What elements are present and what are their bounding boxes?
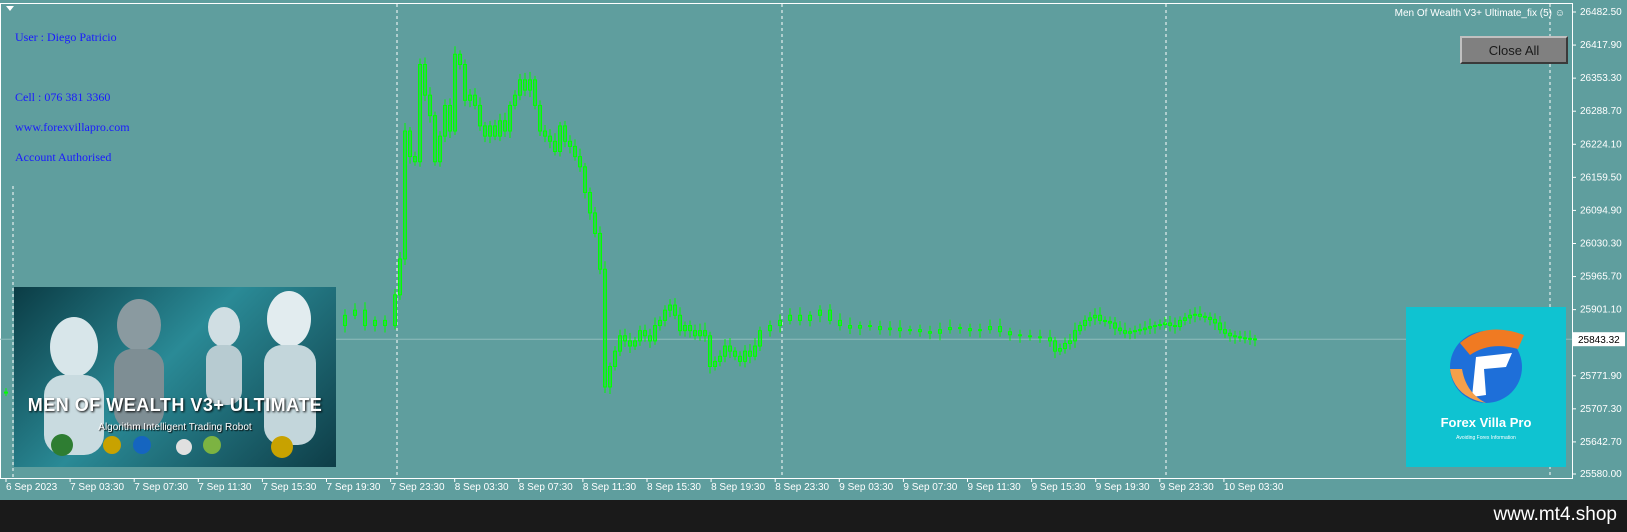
user-info: User : Diego Patricio [15,30,117,44]
time-label: 7 Sep 11:30 [198,482,252,493]
price-label: 26030.30 [1580,238,1622,249]
candle-body [1243,337,1247,340]
price-label: 26094.90 [1580,205,1622,216]
forex-villa-logo: Forex Villa Pro Avoiding Forex Informati… [1406,307,1566,467]
price-label: 26224.10 [1580,139,1622,150]
watermark-text: www.mt4.shop [1493,504,1617,525]
candle-body [1253,338,1257,341]
price-label: 26417.90 [1580,40,1622,51]
time-label: 8 Sep 03:30 [455,482,509,493]
account-status: Account Authorised [15,150,112,164]
time-label: 9 Sep 03:30 [839,482,893,493]
chart-menu-icon[interactable] [6,6,14,11]
chart-area[interactable]: 26482.50 26417.90 26353.30 26288.70 26224.10… [0,0,1627,500]
time-label: 8 Sep 15:30 [647,482,701,493]
time-label: 7 Sep 15:30 [262,482,316,493]
smiley-icon[interactable]: ☺ [1555,8,1565,19]
footer-bar [0,500,1627,532]
price-label: 26353.30 [1580,73,1622,84]
time-label: 8 Sep 23:30 [775,482,829,493]
price-label: 26482.50 [1580,7,1622,18]
banner-subtitle: Algorithm Intelligent Trading Robot [98,422,252,433]
price-label: 26288.70 [1580,106,1622,117]
price-label: 26159.50 [1580,172,1622,183]
time-label: 7 Sep 03:30 [70,482,124,493]
time-label: 9 Sep 19:30 [1096,482,1150,493]
price-label: 25965.70 [1580,272,1622,283]
time-label: 8 Sep 11:30 [583,482,637,493]
logo-emblem-icon [1450,329,1524,403]
time-label: 7 Sep 23:30 [391,482,445,493]
price-label: 25707.30 [1580,404,1622,415]
product-banner: MEN OF WEALTH V3+ ULTIMATE Algorithm Int… [14,287,336,467]
logo-tagline: Avoiding Forex Information [1456,435,1516,441]
time-label: 9 Sep 15:30 [1032,482,1086,493]
time-label: 10 Sep 03:30 [1224,482,1284,493]
cell-info: Cell : 076 381 3360 [15,90,111,104]
price-label: 25771.90 [1580,371,1622,382]
time-label: 7 Sep 07:30 [134,482,188,493]
time-label: 6 Sep 2023 [6,482,58,493]
candle-body [1248,337,1252,340]
candle-body [4,391,8,394]
close-all-button[interactable]: Close All [1460,36,1568,64]
banner-title: MEN OF WEALTH V3+ ULTIMATE [27,395,323,415]
time-label: 9 Sep 23:30 [1160,482,1214,493]
ea-name-label: Men Of Wealth V3+ Ultimate_fix (5) ☺ [1395,8,1565,19]
time-label: 9 Sep 11:30 [968,482,1022,493]
time-label: 7 Sep 19:30 [327,482,381,493]
price-label: 25580.00 [1580,469,1622,480]
website-info: www.forexvillapro.com [15,120,130,134]
price-label: 25901.10 [1580,305,1622,316]
robot-illustration [44,291,316,458]
ea-name-text: Men Of Wealth V3+ Ultimate_fix (5) [1394,8,1552,19]
time-label: 8 Sep 19:30 [711,482,765,493]
time-label: 8 Sep 07:30 [519,482,573,493]
price-label: 25642.70 [1580,437,1622,448]
time-label: 9 Sep 07:30 [903,482,957,493]
current-price-label: 25843.32 [1578,335,1620,346]
logo-name: Forex Villa Pro [1440,415,1532,430]
